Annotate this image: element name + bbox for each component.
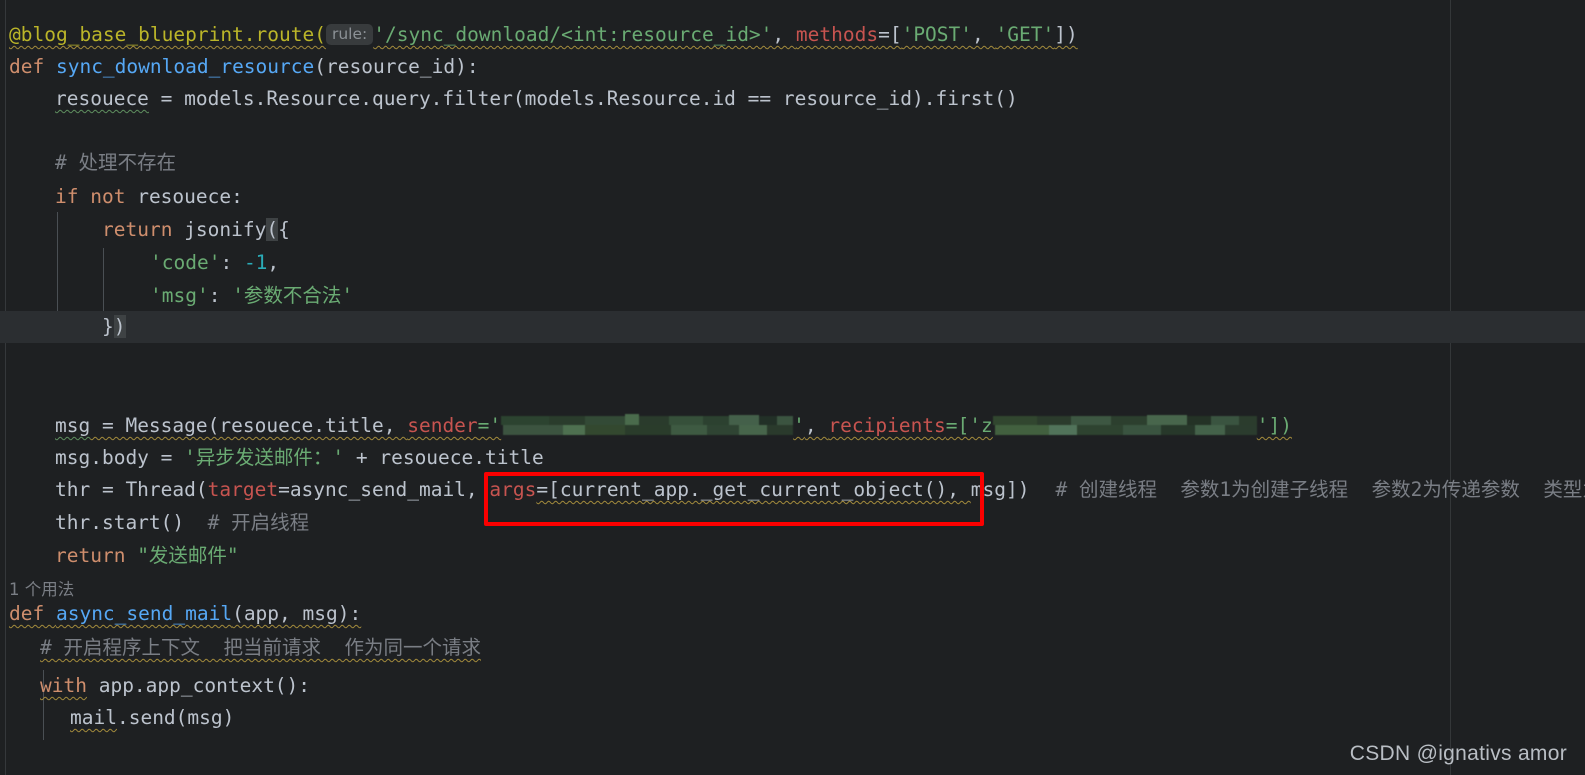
close-bracket-paren: ]): [1054, 23, 1078, 46]
query-expression: = models.Resource.query.filter(models.Re…: [148, 87, 1018, 110]
comment-open-app-context: # 开启程序上下文 把当前请求 作为同一个请求: [40, 636, 481, 659]
target-value: =async_send_mail,: [278, 478, 490, 501]
function-name-sync-download-resource: sync_download_resource: [55, 55, 315, 78]
condition-expression: resouece:: [137, 185, 243, 208]
comma: ,: [972, 23, 996, 46]
recipients-kwarg: recipients: [828, 414, 946, 437]
concat-title: + resouece.title: [344, 446, 544, 469]
code-line-return-send-mail[interactable]: return "发送邮件": [0, 540, 239, 572]
code-line-comment-not-exist[interactable]: # 处理不存在: [0, 147, 176, 179]
mail-send-call: .send(msg): [116, 706, 235, 729]
colon: :: [220, 251, 244, 274]
code-line-return-jsonify[interactable]: return jsonify({: [0, 214, 290, 246]
bracket-match-open-paren: (: [266, 218, 279, 241]
target-kwarg: target: [207, 478, 279, 501]
dict-key-code: 'code': [150, 251, 221, 274]
code-line-dict-msg[interactable]: 'msg': '参数不合法': [0, 280, 353, 312]
async-mail-string: '异步发送邮件：': [184, 446, 345, 469]
code-line-thread-start[interactable]: thr.start() # 开启线程: [0, 507, 309, 539]
code-line-if-not-resouece[interactable]: if not resouece:: [0, 181, 243, 213]
code-line-def-async-send-mail[interactable]: def async_send_mail(app, msg):: [0, 598, 361, 630]
comma: ,: [267, 251, 280, 274]
right-margin-guide: [1450, 0, 1451, 775]
sender-kwarg: sender: [407, 414, 478, 437]
comma: ,: [804, 414, 829, 437]
code-line-dict-code[interactable]: 'code': -1,: [0, 247, 279, 279]
dict-value-minus-one: -1: [243, 251, 268, 274]
decorator-name: @blog_base_blueprint.route(: [9, 23, 326, 46]
call-jsonify: jsonify: [184, 218, 267, 241]
dict-value-invalid-param: '参数不合法': [232, 284, 354, 307]
keyword-def: def: [9, 55, 56, 78]
keyword-with: with: [40, 674, 87, 697]
open-brace: {: [278, 218, 290, 241]
variable-msg: msg: [55, 414, 91, 437]
thread-assign: thr = Thread(: [55, 478, 208, 501]
equals-open-bracket: =[: [878, 23, 902, 46]
message-call: = Message(resouece.title,: [90, 414, 408, 437]
thread-start-call: thr.start(): [55, 511, 208, 534]
route-path-string: '/sync_download/<int:resource_id>': [373, 23, 773, 46]
inline-param-hint-rule: rule:: [325, 24, 374, 45]
return-string-send-mail: "发送邮件": [137, 544, 239, 567]
current-line-highlight: [0, 311, 1585, 343]
code-line-mail-send[interactable]: mail.send(msg): [0, 702, 234, 734]
watermark-csdn: CSDN @ignativs amor: [1349, 742, 1567, 765]
keyword-return: return: [102, 218, 185, 241]
function-params: (app, msg):: [232, 602, 362, 625]
bracket-match-close-paren: ): [113, 315, 126, 338]
comment-create-thread: # 创建线程 参数1为创建子线程 参数2为传递参数 类型为元: [1055, 478, 1585, 501]
code-lens-label[interactable]: 1 个用法: [9, 580, 74, 599]
dict-key-msg: 'msg': [150, 284, 209, 307]
code-line-comment-app-context[interactable]: # 开启程序上下文 把当前请求 作为同一个请求: [0, 632, 481, 664]
args-tail: msg]): [970, 478, 1030, 501]
keyword-def: def: [9, 602, 56, 625]
code-line-with-app-context[interactable]: with app.app_context():: [0, 670, 310, 702]
methods-kwarg: methods: [795, 23, 879, 46]
comma: ,: [772, 23, 796, 46]
args-value: =[current_app._get_current_object(),: [536, 478, 971, 501]
comment-handle-not-exist: # 处理不存在: [55, 151, 176, 174]
keyword-not: not: [90, 185, 138, 208]
comment-start-thread: # 开启线程: [207, 511, 310, 534]
code-line-message-construct[interactable]: msg = Message(resouece.title, sender=' '…: [0, 410, 1292, 442]
function-params: (resource_id):: [314, 55, 479, 78]
code-line-resource-query[interactable]: resouece = models.Resource.query.filter(…: [0, 83, 1018, 115]
sender-close-quote: ': [793, 414, 805, 437]
app-context-call: app.app_context():: [86, 674, 311, 697]
code-line-thread-create[interactable]: thr = Thread(target=async_send_mail, arg…: [0, 474, 1585, 506]
redacted-recipient-email: [992, 414, 1257, 436]
args-kwarg: args: [489, 478, 537, 501]
recipients-equals-bracket-quote: =['z: [945, 414, 993, 437]
redacted-sender-email: [501, 414, 794, 436]
variable-resouece: resouece: [55, 87, 149, 110]
code-line-msg-body[interactable]: msg.body = '异步发送邮件：' + resouece.title: [0, 442, 544, 474]
close-brace: }: [102, 315, 114, 338]
method-get-string: 'GET': [995, 23, 1055, 46]
code-line-close-jsonify[interactable]: }): [0, 311, 126, 343]
mail-object: mail: [70, 706, 117, 729]
code-line-def-sync-download[interactable]: def sync_download_resource(resource_id):: [0, 51, 479, 83]
keyword-return: return: [55, 544, 138, 567]
code-editor[interactable]: @blog_base_blueprint.route(rule: '/sync_d…: [0, 0, 1585, 775]
code-line-decorator[interactable]: @blog_base_blueprint.route(rule: '/sync_d…: [0, 19, 1078, 51]
colon: :: [208, 284, 233, 307]
msg-body-assign: msg.body =: [55, 446, 185, 469]
keyword-if: if: [55, 185, 91, 208]
sender-equals-quote: =': [477, 414, 502, 437]
function-name-async-send-mail: async_send_mail: [55, 602, 233, 625]
recipients-close: ']): [1256, 414, 1292, 437]
method-post-string: 'POST': [901, 23, 973, 46]
